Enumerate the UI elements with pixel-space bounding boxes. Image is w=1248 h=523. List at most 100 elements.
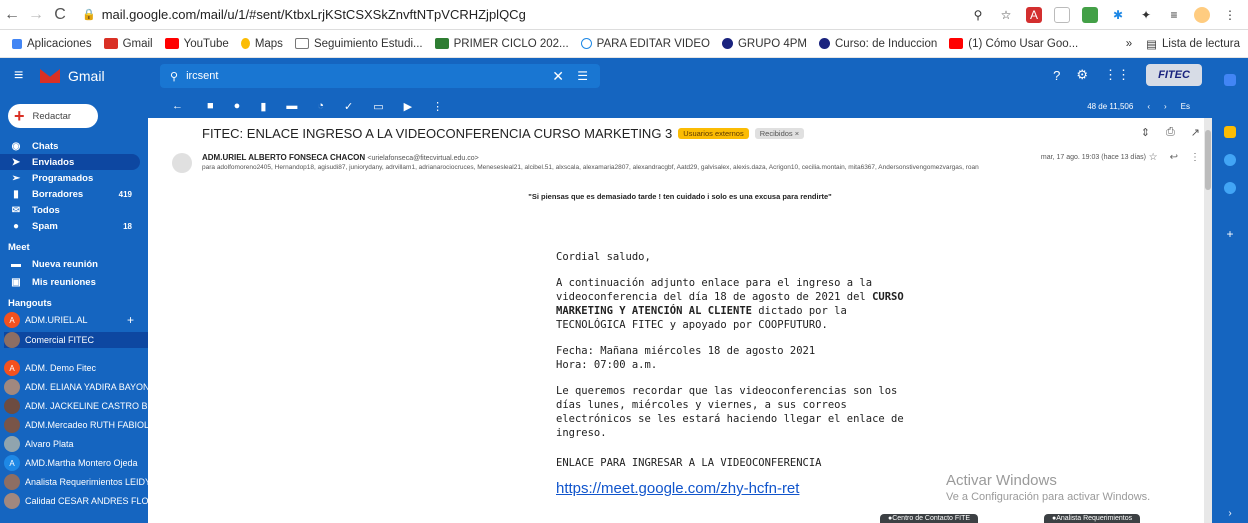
side-panel: + › [1212,58,1248,523]
sidebar-item-enviados[interactable]: ➤ Enviados [0,154,140,170]
recipients[interactable]: para adolfomoreno2405, Hernandop18, agis… [202,164,1122,171]
next-icon[interactable]: › [1164,102,1167,111]
avatar [4,379,20,395]
forward-icon[interactable]: → [24,6,48,24]
help-icon[interactable]: ? [1053,68,1060,83]
print-icon[interactable]: ⎙ [1166,126,1175,139]
message-count: 48 de 11,506 [1087,101,1134,111]
contacts-icon[interactable] [1224,182,1236,194]
hangout-contact[interactable]: Comercial FITEC [4,332,148,348]
hangout-contact[interactable]: ADM.Mercadeo RUTH FABIOL [4,417,148,433]
bookmark-maps[interactable]: Maps [240,38,283,50]
sidebar-item-borradores[interactable]: ▮ Borradores 419 [0,186,148,202]
zoom-icon[interactable]: ⚲ [970,7,986,23]
search-options-icon[interactable]: ☰ [577,69,588,83]
keep-icon[interactable] [1224,126,1236,138]
mark-unread-icon[interactable]: ▬ [286,100,297,113]
collapse-panel-icon[interactable]: › [1224,508,1236,520]
compose-button[interactable]: + Redactar [8,104,98,128]
menu-dots-icon[interactable]: ⋮ [1222,7,1238,23]
extension-green-icon[interactable] [1082,6,1098,23]
windows-activation-watermark: Activar Windows Ve a Configuración para … [946,472,1151,503]
hangout-contact[interactable]: ADM. JACKELINE CASTRO B [4,398,148,414]
sidebar-item-spam[interactable]: ● Spam 18 [0,218,148,234]
gmail-logo[interactable]: Gmail [40,68,105,84]
prev-icon[interactable]: ‹ [1147,102,1150,111]
tasks-icon[interactable] [1224,154,1236,166]
sidebar-item-programados[interactable]: ➢ Programados [0,170,148,186]
hangout-contact[interactable]: A AMD.Martha Montero Ojeda [4,455,148,471]
more-options-icon[interactable]: ⋮ [1190,152,1200,163]
chat-window-tab[interactable]: ● Analista Requerimientos [1044,514,1141,523]
clear-search-icon[interactable]: ✕ [552,68,564,85]
bookmark-gmail[interactable]: Gmail [103,38,153,50]
meet-new-meeting[interactable]: ▬ Nueva reunión [0,256,148,272]
delete-icon[interactable]: ▮ [260,100,266,113]
star-icon[interactable]: ☆ [998,7,1014,23]
meet-link[interactable]: https://meet.google.com/zhy-hcfn-ret [556,480,799,497]
archive-icon[interactable]: ■ [207,100,214,113]
hamburger-menu-icon[interactable]: ≡ [14,67,30,85]
url-text: mail.google.com/mail/u/1/#sent/KtbxLrjKS… [101,7,526,22]
bookmark-youtube[interactable]: YouTube [164,38,229,50]
scrollbar-thumb[interactable] [1205,130,1211,190]
add-icon[interactable]: + [127,313,134,327]
labels-icon[interactable]: ▶ [404,100,412,113]
reading-list-icon[interactable]: ≡ [1166,7,1182,23]
avatar [4,417,20,433]
address-bar[interactable]: 🔒 mail.google.com/mail/u/1/#sent/KtbxLrj… [82,7,970,22]
hangout-contact[interactable]: Analista Requerimientos LEIDY [4,474,148,490]
apps-grid-icon[interactable]: ⋮⋮ [1104,67,1130,83]
avatar: A [4,455,20,471]
back-icon[interactable]: ← [0,6,24,24]
open-new-window-icon[interactable]: ↗ [1191,126,1200,139]
report-spam-icon[interactable]: ● [234,100,241,113]
message-toolbar: ← ■ ● ▮ ▬ ◔ ✓ ▭ ▶ ⋮ 48 de 11,506 ‹ › Es [148,94,1212,118]
bookmark-apps[interactable]: Aplicaciones [12,38,92,50]
extension-blue-icon[interactable]: ✱ [1110,7,1126,23]
hangout-contact[interactable]: Calidad CESAR ANDRES FLO [4,493,148,509]
browser-toolbar: ← → C 🔒 mail.google.com/mail/u/1/#sent/K… [0,0,1248,30]
sidebar-item-chats[interactable]: ◉ Chats [0,138,148,154]
meet-my-meetings[interactable]: ▣ Mis reuniones [0,274,148,290]
extensions-puzzle-icon[interactable]: ✦ [1138,7,1154,23]
sidebar-item-todos[interactable]: ✉ Todos [0,202,148,218]
more-icon[interactable]: ⋮ [432,100,443,113]
settings-gear-icon[interactable]: ⚙ [1076,67,1088,83]
avatar: A [4,360,20,376]
input-language-select[interactable]: Es [1181,102,1190,111]
calendar-icon[interactable] [1224,74,1236,86]
bookmark-seguimiento[interactable]: Seguimiento Estudi... [294,38,423,50]
search-input[interactable]: ⚲ ircsent ✕ ☰ [160,64,600,88]
bookmark-editar-video[interactable]: PARA EDITAR VIDEO [580,38,710,50]
hangouts-title: Hangouts [8,298,52,309]
hangout-contact[interactable]: A ADM.URIEL.AL + [4,312,148,328]
expand-icon[interactable]: ⇕ [1141,126,1150,139]
reading-list-button[interactable]: Lista de lectura [1162,38,1240,50]
bookmark-como-usar[interactable]: (1) Cómo Usar Goo... [949,38,1078,50]
move-to-icon[interactable]: ▭ [373,100,383,113]
extension-icon[interactable] [1054,6,1070,23]
profile-avatar[interactable] [1194,6,1210,23]
add-addon-icon[interactable]: + [1224,228,1236,240]
reload-icon[interactable]: C [48,6,72,24]
bookmark-primer-ciclo[interactable]: PRIMER CICLO 202... [434,38,569,50]
bookmarks-overflow-icon[interactable]: » [1126,38,1132,50]
acrobat-extension-icon[interactable]: A [1026,6,1042,23]
chat-window-tab[interactable]: ● Centro de Contacto FITE [880,514,979,523]
label-inbox[interactable]: Recibidos × [754,128,805,139]
star-icon[interactable]: ☆ [1149,152,1158,163]
avatar [4,474,20,490]
add-task-icon[interactable]: ✓ [344,100,353,113]
hangout-contact[interactable]: A ADM. Demo Fitec [4,360,148,376]
bookmark-curso-induccion[interactable]: Curso: de Induccion [819,38,937,50]
back-to-list-icon[interactable]: ← [172,100,183,112]
snooze-icon[interactable]: ◔ [317,100,324,113]
hangout-contact[interactable]: Alvaro Plata [4,436,148,452]
gmail-m-icon [40,69,60,83]
document-icon [294,38,309,49]
reply-icon[interactable]: ↩ [1170,152,1178,163]
hangout-contact[interactable]: ADM. ELIANA YADIRA BAYON [4,379,148,395]
bookmark-grupo-4pm[interactable]: GRUPO 4PM [721,38,807,50]
spam-icon: ● [12,220,20,232]
